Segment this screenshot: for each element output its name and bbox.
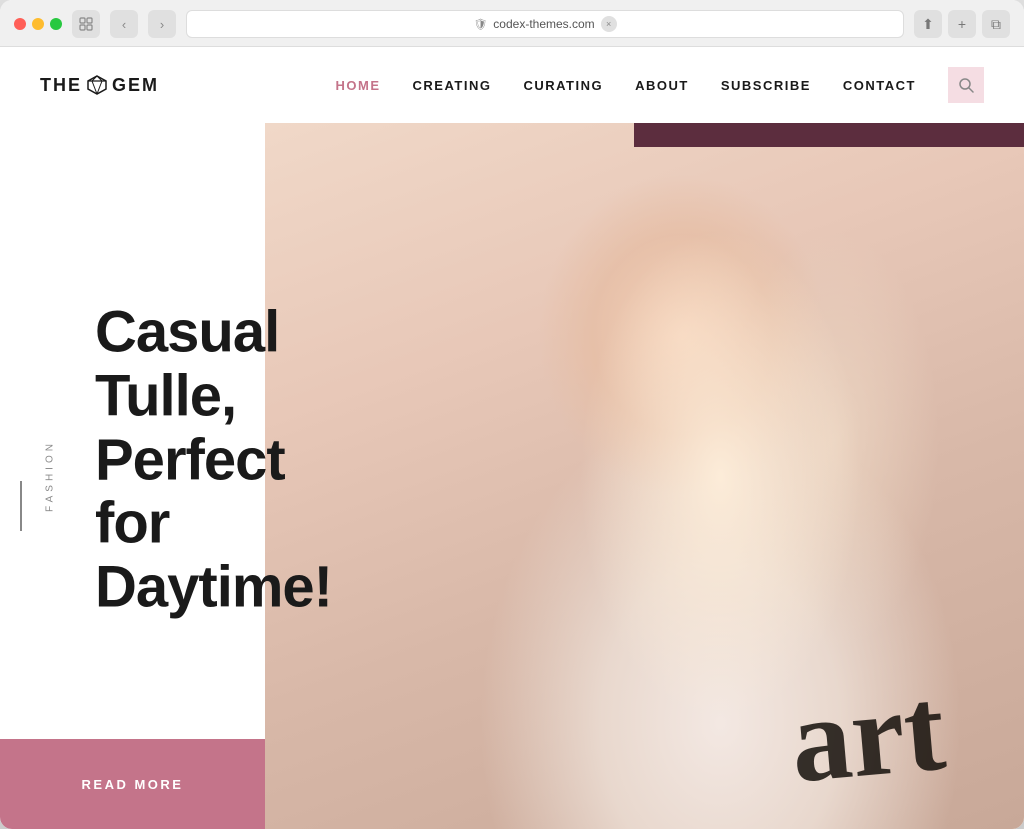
hero-content: FASHION Casual Tulle, Perfect for Daytim… <box>0 123 340 829</box>
read-more-button[interactable]: READ MORE <box>0 739 265 829</box>
traffic-lights <box>14 18 62 30</box>
nav-links: HOME CREATING CURATING ABOUT SUBSCRIBE C… <box>336 67 984 103</box>
category-label: FASHION <box>44 440 55 512</box>
url-text: codex-themes.com <box>493 17 594 31</box>
window-icon <box>72 10 100 38</box>
logo-text-before: THE <box>40 75 82 96</box>
security-icon: 🛡 <box>473 18 487 31</box>
hero-heading: Casual Tulle, Perfect for Daytime! <box>95 301 340 620</box>
gem-icon <box>86 74 108 96</box>
share-button[interactable]: ⬆ <box>914 10 942 38</box>
nav-home[interactable]: HOME <box>336 78 381 93</box>
browser-window: ‹ › 🛡 codex-themes.com × ⬆ + ⧉ THE <box>0 0 1024 829</box>
nav-bar: THE GEM HOME CREATING CURATING ABOUT SUB… <box>0 47 1024 123</box>
back-button[interactable]: ‹ <box>110 10 138 38</box>
copy-button[interactable]: ⧉ <box>982 10 1010 38</box>
search-icon <box>958 77 974 93</box>
nav-about[interactable]: ABOUT <box>635 78 689 93</box>
website: THE GEM HOME CREATING CURATING ABOUT SUB… <box>0 47 1024 829</box>
address-bar[interactable]: 🛡 codex-themes.com × <box>186 10 904 38</box>
nav-curating[interactable]: CURATING <box>523 78 603 93</box>
browser-chrome: ‹ › 🛡 codex-themes.com × ⬆ + ⧉ <box>0 0 1024 47</box>
nav-contact[interactable]: CONTACT <box>843 78 916 93</box>
category-line <box>20 481 22 531</box>
hero-title: Casual Tulle, Perfect for Daytime! <box>95 301 340 620</box>
logo-text-after: GEM <box>112 75 159 96</box>
hero-image: art <box>265 123 1024 829</box>
logo[interactable]: THE GEM <box>40 74 159 96</box>
browser-actions: ⬆ + ⧉ <box>914 10 1010 38</box>
read-more-label: READ MORE <box>82 777 184 792</box>
minimize-button[interactable] <box>32 18 44 30</box>
dark-accent-bar <box>634 123 1024 147</box>
new-tab-button[interactable]: + <box>948 10 976 38</box>
nav-subscribe[interactable]: SUBSCRIBE <box>721 78 811 93</box>
tab-close-button[interactable]: × <box>601 16 617 32</box>
forward-button[interactable]: › <box>148 10 176 38</box>
fullscreen-button[interactable] <box>50 18 62 30</box>
hero-section: art FASHION Casual Tulle, Perfect for Da… <box>0 123 1024 829</box>
nav-creating[interactable]: CREATING <box>413 78 492 93</box>
search-button[interactable] <box>948 67 984 103</box>
hero-photo <box>265 123 1024 829</box>
close-button[interactable] <box>14 18 26 30</box>
